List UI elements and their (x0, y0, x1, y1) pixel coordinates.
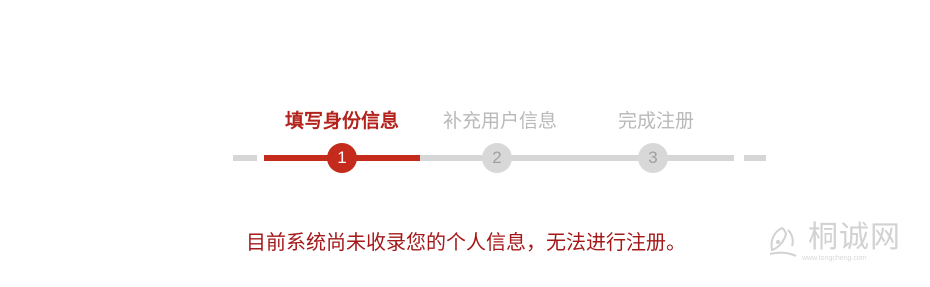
status-message: 目前系统尚未收录您的个人信息，无法进行注册。 (246, 230, 686, 254)
track-start-cap (233, 155, 257, 161)
watermark: 桐诚网 www.tongcheng.com (762, 220, 912, 265)
step-2-label: 补充用户信息 (442, 110, 557, 132)
registration-stepper: 填写身份信息 补充用户信息 完成注册 1 2 3 (0, 0, 930, 200)
watermark-brand: 桐诚网 (808, 220, 901, 255)
step-1-circle: 1 (327, 143, 357, 173)
step-1-label: 填写身份信息 (284, 110, 399, 132)
step-3-label: 完成注册 (617, 110, 694, 132)
step-2-circle: 2 (482, 143, 512, 173)
watermark-url: www.tongcheng.com (802, 255, 867, 262)
step-3-circle: 3 (638, 143, 668, 173)
leaf-logo-icon (769, 226, 797, 257)
track-end-cap (744, 155, 766, 161)
